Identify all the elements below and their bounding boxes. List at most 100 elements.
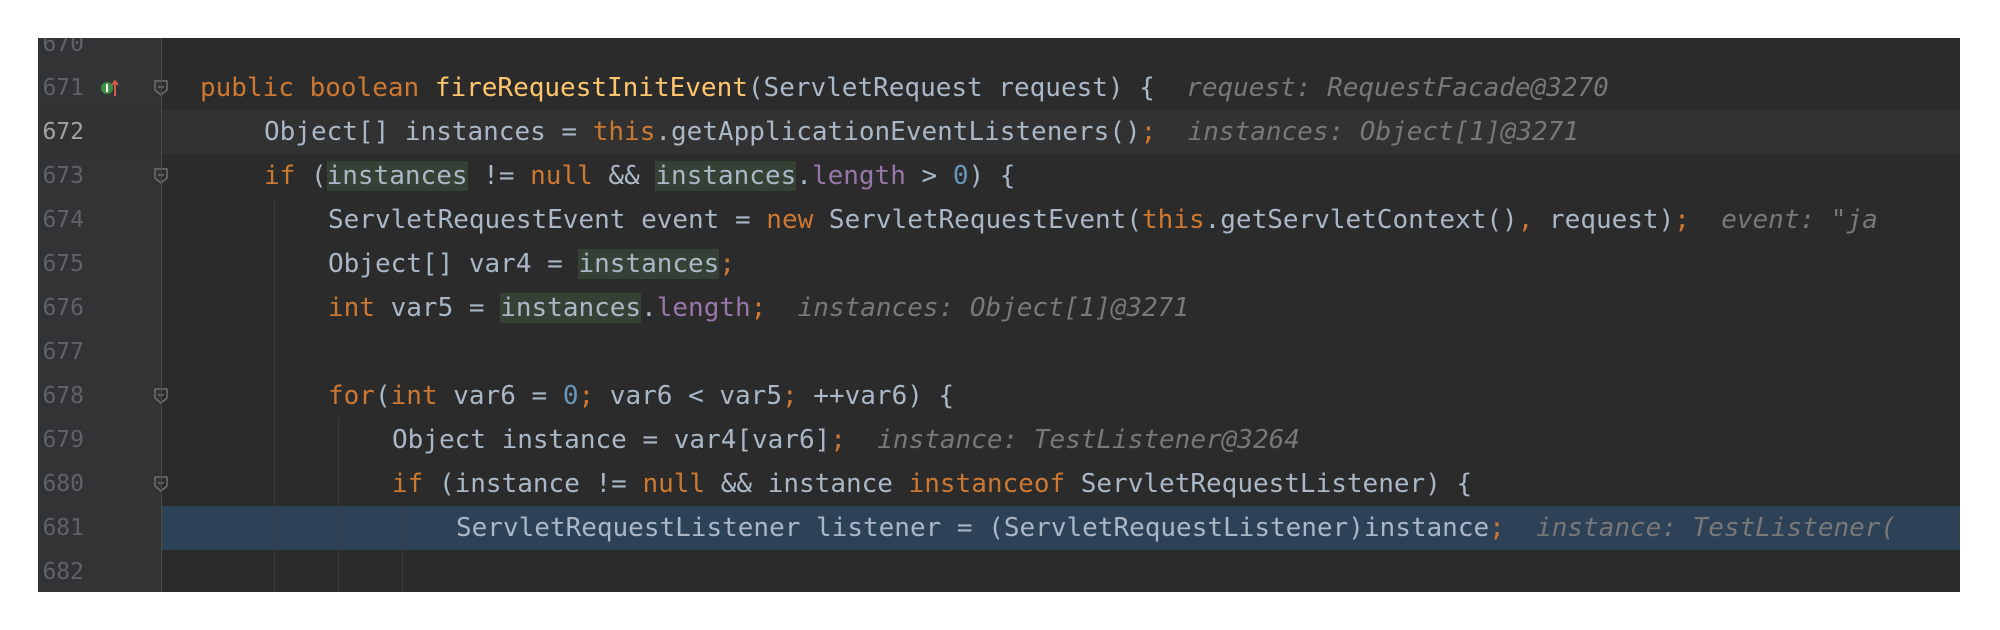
indent-guide [274,462,275,506]
indent-guide [338,506,339,550]
line-number[interactable]: 682 [38,550,84,592]
code-token: this [592,117,656,147]
code-token: length [656,293,751,323]
code-token: instances [500,293,642,323]
code-token: && [592,161,656,191]
code-token: var6 = [453,381,563,411]
code-text[interactable]: int var5 = instances.length; instances: … [328,286,1189,330]
code-text[interactable]: Object instance = var4[var6]; instance: … [392,418,1300,462]
code-text[interactable]: for(int var6 = 0; var6 < var5; ++var6) { [328,374,954,418]
line-number[interactable]: 672 [38,110,84,154]
code-token: 0 [562,381,579,411]
code-token: for [328,381,375,411]
code-token: ; [1674,205,1690,235]
code-token: request) [1549,205,1675,235]
code-token: ServletRequestListener) { [1080,469,1473,499]
line-number[interactable]: 676 [38,286,84,330]
code-line[interactable]: 672 Object[] instances = this.getApplicat… [38,110,1960,154]
code-token: ServletRequestEvent event = [328,205,767,235]
code-token: if [392,469,439,499]
implements-method-gutter-icon[interactable] [100,78,120,98]
code-editor[interactable]: 670 671 public boolean fireRequestInitEven… [38,38,1960,592]
code-token: int [328,293,391,323]
indent-guide [274,418,275,462]
indent-guide [274,374,275,418]
line-number[interactable]: 674 [38,198,84,242]
code-token: > [905,161,953,191]
code-token: ) { [968,161,1016,191]
inlay-debug-value: instance: TestListener@3264 [845,425,1300,455]
code-token: instances [578,249,720,279]
line-number[interactable]: 673 [38,154,84,198]
code-token: null [530,161,593,191]
code-text[interactable]: ServletRequestEvent event = new ServletR… [328,198,1878,242]
code-text[interactable]: if (instance != null && instance instanc… [392,462,1472,506]
code-token: instances [326,161,468,191]
code-line[interactable]: 679 Object instance = var4[var6]; instanc… [38,418,1960,462]
indent-guide [274,198,275,242]
indent-guide [274,330,275,374]
code-token: && instance [705,469,909,499]
code-token: . [796,161,812,191]
code-token: 0 [952,161,969,191]
code-token: instances [404,117,546,147]
code-token: ++var6) { [813,381,955,411]
code-token: Object[] var4 = [328,249,579,279]
code-token: public [200,73,310,103]
inlay-debug-value: event: "ja [1689,205,1878,235]
code-text[interactable]: Object[] instances = this.getApplication… [264,110,1579,154]
indent-guide [338,462,339,506]
line-number[interactable]: 681 [38,506,84,550]
indent-guide [402,550,403,592]
line-number[interactable]: 671 [38,66,84,110]
code-token: ( [374,381,391,411]
code-token: instances [655,161,797,191]
code-text[interactable]: ServletRequestListener listener = (Servl… [456,506,1896,550]
code-token: instanceof [908,469,1081,499]
inlay-debug-value: request: RequestFacade@3270 [1154,73,1609,103]
code-line[interactable]: 680 if (instance != null && instance inst… [38,462,1960,506]
code-token: (ServletRequest request) { [747,73,1155,103]
code-token: if [264,161,311,191]
code-line[interactable]: 682 [38,550,1960,592]
code-line[interactable]: 673 if (instances != null && instances.le… [38,154,1960,198]
code-token: ServletRequestEvent( [828,205,1142,235]
code-token: boolean [309,73,435,103]
code-text[interactable]: Object[] var4 = instances; [328,242,735,286]
line-number[interactable]: 670 [38,38,84,66]
indent-guide [274,286,275,330]
indent-guide [402,506,403,550]
code-token: this [1142,205,1205,235]
code-token: ; [578,381,610,411]
indent-guide [338,418,339,462]
code-token: new [766,205,829,235]
inlay-debug-value: instance: TestListener( [1504,513,1897,543]
line-number[interactable]: 675 [38,242,84,286]
code-text[interactable]: public boolean fireRequestInitEvent(Serv… [200,66,1609,110]
code-token: ; [719,249,735,279]
code-token: . [641,293,657,323]
code-line[interactable]: 678 for(int var6 = 0; var6 < var5; ++var6… [38,374,1960,418]
code-token: var5 = [390,293,501,323]
code-line[interactable]: 677 [38,330,1960,374]
code-token: fireRequestInitEvent [434,73,748,103]
code-token: Object instance = var4[var6] [392,425,831,455]
inlay-debug-value: instances: Object[1]@3271 [766,293,1189,323]
code-line[interactable]: 670 [38,38,1960,66]
code-line[interactable]: 681 ServletRequestListener listener = (Se… [38,506,1960,550]
line-number[interactable]: 680 [38,462,84,506]
line-number[interactable]: 679 [38,418,84,462]
code-line[interactable]: 676 int var5 = instances.length; instance… [38,286,1960,330]
code-text[interactable]: if (instances != null && instances.lengt… [264,154,1015,198]
code-line[interactable]: 675 Object[] var4 = instances; [38,242,1960,286]
code-token: int [390,381,454,411]
code-token: ; [750,293,767,323]
code-token: var6 < var5 [609,381,782,411]
code-line[interactable]: 671 public boolean fireRequestInitEvent(S… [38,66,1960,110]
line-number[interactable]: 678 [38,374,84,418]
code-line[interactable]: 674 ServletRequestEvent event = new Servl… [38,198,1960,242]
indent-guide [274,550,275,592]
line-number[interactable]: 677 [38,330,84,374]
indent-guide [338,550,339,592]
code-token: != [467,161,531,191]
